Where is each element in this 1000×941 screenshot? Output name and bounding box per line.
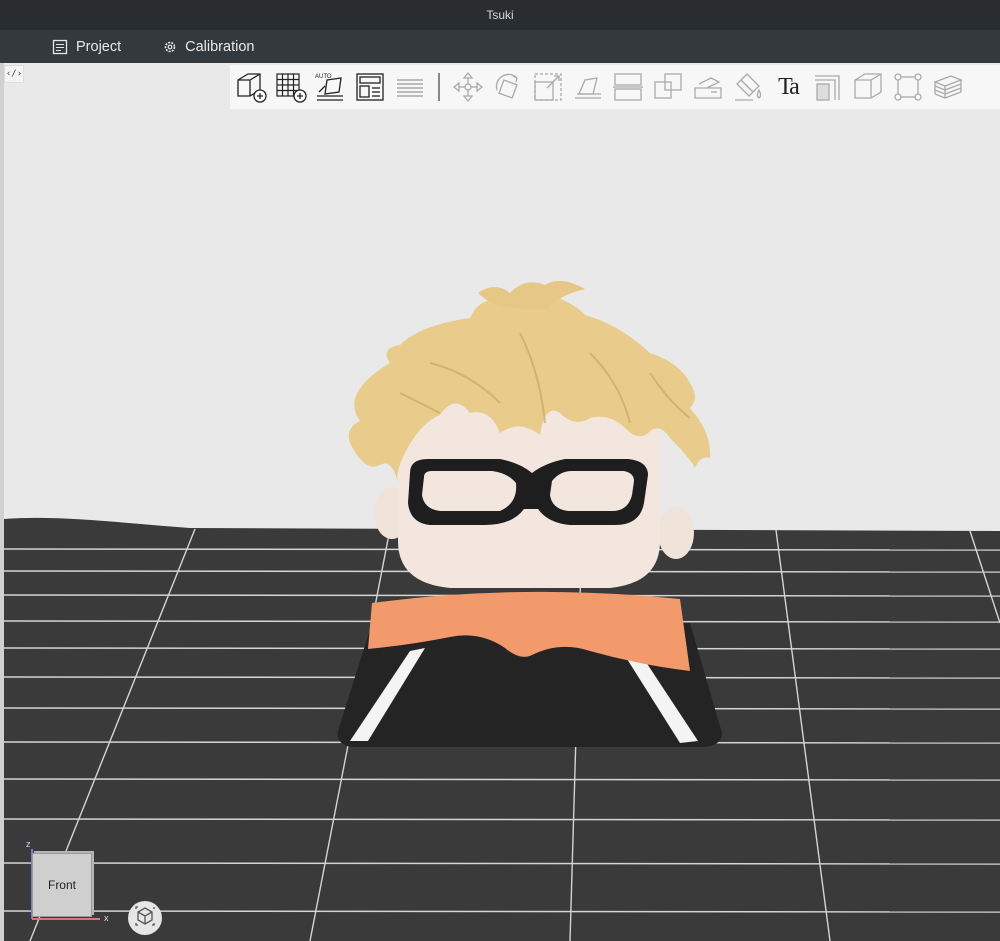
- cut-icon[interactable]: [608, 67, 648, 107]
- support-icon[interactable]: [808, 67, 848, 107]
- merge-icon[interactable]: [648, 67, 688, 107]
- slice-list-icon[interactable]: [390, 67, 430, 107]
- gear-icon: [163, 40, 177, 54]
- lay-flat-icon[interactable]: [568, 67, 608, 107]
- panel-toggle-button[interactable]: ‹/›: [4, 65, 24, 83]
- view-cube-front-face[interactable]: Front: [32, 853, 92, 917]
- layers-icon[interactable]: [928, 67, 968, 107]
- text-icon[interactable]: Ta: [768, 67, 808, 107]
- paint-icon[interactable]: [728, 67, 768, 107]
- grid-layout-icon[interactable]: [270, 67, 310, 107]
- menu-calibration-label: Calibration: [185, 38, 255, 55]
- left-panel-edge: [0, 63, 4, 941]
- menu-project-label: Project: [76, 38, 122, 55]
- scene-canvas: [3, 280, 1000, 941]
- axis-x-label: x: [104, 913, 109, 923]
- scale-icon[interactable]: [528, 67, 568, 107]
- toolbar-separator: [438, 73, 440, 101]
- reset-view-button[interactable]: [128, 901, 162, 935]
- menu-calibration[interactable]: Calibration: [163, 30, 254, 63]
- rotate-icon[interactable]: [488, 67, 528, 107]
- add-model-icon[interactable]: [230, 67, 270, 107]
- window-title-bar: Tsuki: [0, 0, 1000, 31]
- view-cube[interactable]: z Front x: [26, 839, 109, 923]
- character-model: [337, 280, 722, 747]
- window-title: Tsuki: [486, 8, 514, 22]
- document-icon: [52, 39, 68, 55]
- layout-icon[interactable]: [350, 67, 390, 107]
- text-tool-label: Ta: [778, 73, 800, 100]
- menu-project[interactable]: Project: [52, 30, 121, 63]
- bounding-box-icon[interactable]: [888, 67, 928, 107]
- move-icon[interactable]: [448, 67, 488, 107]
- toolbar: AUTO Ta: [230, 65, 1000, 109]
- 3d-viewport[interactable]: ‹/› AUTO Ta z Front x: [0, 63, 1000, 941]
- auto-arrange-icon[interactable]: AUTO: [310, 67, 350, 107]
- menu-bar: Project Calibration: [0, 30, 1000, 63]
- camera-reset-icon: [134, 905, 156, 932]
- cube-icon[interactable]: [848, 67, 888, 107]
- place-face-icon[interactable]: [688, 67, 728, 107]
